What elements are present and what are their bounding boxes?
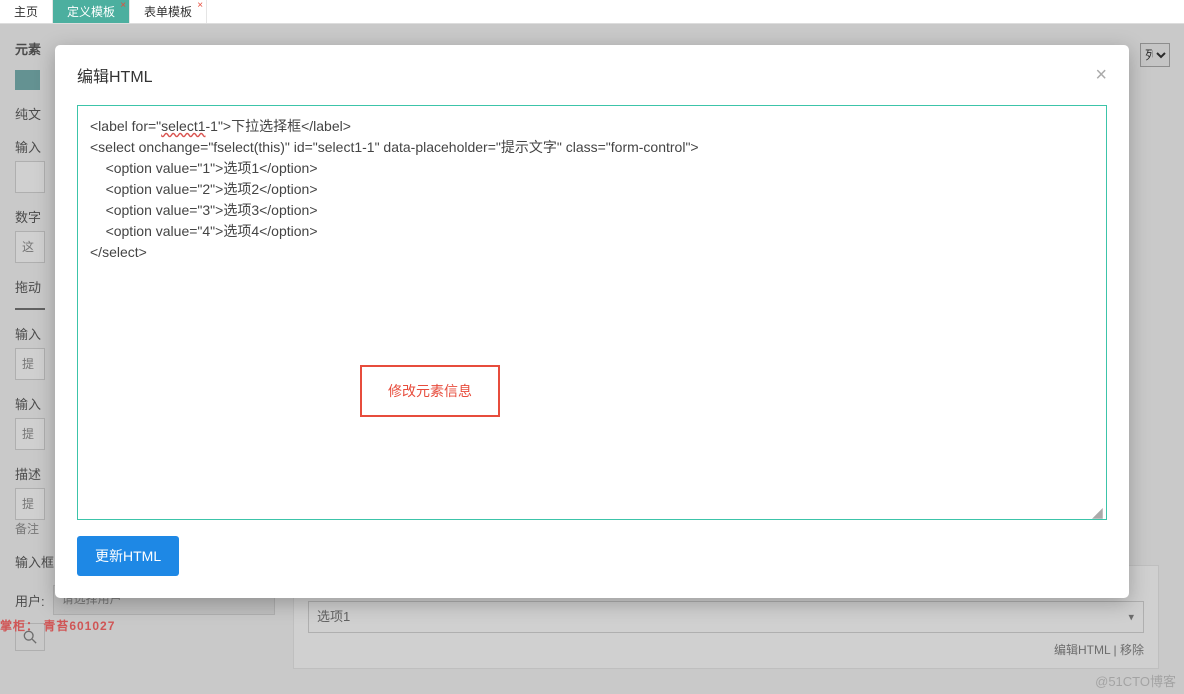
tab-form-template[interactable]: 表单模板 × xyxy=(130,0,207,23)
close-icon[interactable]: × xyxy=(197,0,203,11)
resize-handle-icon[interactable]: ◢ xyxy=(1092,505,1104,517)
modal-title: 编辑HTML xyxy=(77,63,153,87)
modal-close-button[interactable]: × xyxy=(1095,65,1107,85)
tab-label: 定义模板 xyxy=(67,5,115,19)
tab-home[interactable]: 主页 xyxy=(0,0,53,23)
tab-label: 表单模板 xyxy=(144,5,192,19)
tab-bar: 主页 定义模板 × 表单模板 × xyxy=(0,0,1184,24)
close-icon[interactable]: × xyxy=(120,0,126,11)
update-html-button[interactable]: 更新HTML xyxy=(77,536,179,576)
tab-define-template[interactable]: 定义模板 × xyxy=(53,0,130,23)
edit-html-modal: 编辑HTML × <label for="select1-1">下拉选择框</l… xyxy=(55,45,1129,598)
html-code-textarea[interactable]: <label for="select1-1">下拉选择框</label> <se… xyxy=(77,105,1107,520)
